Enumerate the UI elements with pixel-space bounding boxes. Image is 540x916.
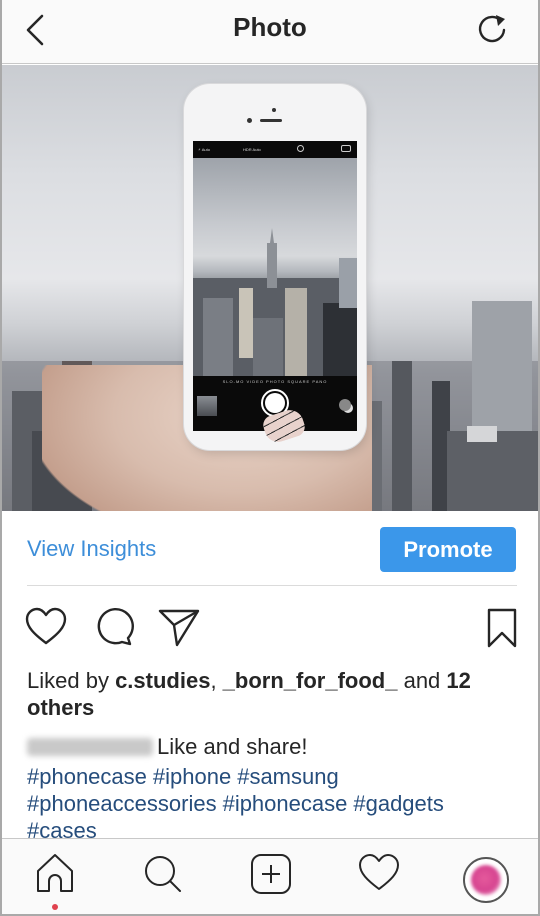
likes-text: Liked by c.studies, _born_for_food_ and … (27, 667, 517, 721)
bottom-tab-bar (2, 838, 538, 914)
caption: Like and share! (27, 733, 527, 760)
home-icon[interactable] (32, 851, 78, 897)
comment-icon[interactable] (92, 606, 136, 650)
hashtags: #phonecase #iphone #samsung #phoneaccessor… (27, 763, 527, 844)
bookmark-icon[interactable] (480, 606, 524, 650)
promote-button[interactable]: Promote (380, 527, 516, 572)
insights-row: View Insights Promote (2, 512, 538, 586)
page-title: Photo (233, 12, 307, 42)
timer-icon (297, 145, 304, 152)
hashtag-link[interactable]: #phoneaccessories (27, 791, 217, 816)
caption-text: Like and share! (157, 734, 308, 759)
hashtag-link[interactable]: #phonecase (27, 764, 147, 789)
likes-and: and (397, 668, 447, 693)
sensor (247, 118, 252, 123)
heart-icon[interactable] (24, 606, 68, 650)
notification-dot (52, 904, 58, 910)
likes-prefix: Liked by (27, 668, 116, 693)
earpiece (260, 119, 282, 122)
liker-link[interactable]: _born_for_food_ (223, 668, 398, 693)
camera-flip-icon (341, 145, 351, 152)
post-actions (2, 600, 538, 656)
viewfinder (193, 158, 357, 376)
flash-label: ⚡ Auto (198, 147, 210, 152)
caption-username-blurred[interactable] (27, 738, 153, 756)
likes-separator: , (210, 668, 223, 693)
divider (27, 585, 517, 586)
liker-link[interactable]: c.studies (115, 668, 210, 693)
search-icon[interactable] (140, 851, 186, 897)
camera-modes: SLO-MO VIDEO PHOTO SQUARE PANO (222, 379, 328, 384)
plus-square-icon[interactable] (248, 851, 294, 897)
hashtag-link[interactable]: #gadgets (353, 791, 444, 816)
activity-heart-icon[interactable] (356, 851, 402, 897)
viewfinder-skyline (193, 228, 357, 376)
camera-screen: ⚡ Auto HDR Auto SLO-MO VIDEO PHOTO SQUAR… (193, 141, 357, 431)
refresh-icon[interactable] (474, 11, 510, 47)
hashtag-link[interactable]: #iphonecase (223, 791, 348, 816)
hashtag-link[interactable]: #iphone (153, 764, 231, 789)
nav-header: Photo (2, 0, 538, 64)
send-icon[interactable] (157, 606, 201, 650)
smartphone: ⚡ Auto HDR Auto SLO-MO VIDEO PHOTO SQUAR… (184, 84, 366, 450)
camera-topbar: ⚡ Auto HDR Auto (193, 141, 357, 158)
filters-icon (339, 399, 351, 411)
view-insights-link[interactable]: View Insights (27, 536, 156, 562)
profile-avatar[interactable] (463, 857, 509, 903)
last-photo-thumbnail (197, 396, 217, 416)
hdr-label: HDR Auto (243, 147, 261, 152)
hashtag-link[interactable]: #samsung (237, 764, 339, 789)
front-camera (272, 108, 276, 112)
post-photo[interactable]: ⚡ Auto HDR Auto SLO-MO VIDEO PHOTO SQUAR… (2, 65, 538, 511)
